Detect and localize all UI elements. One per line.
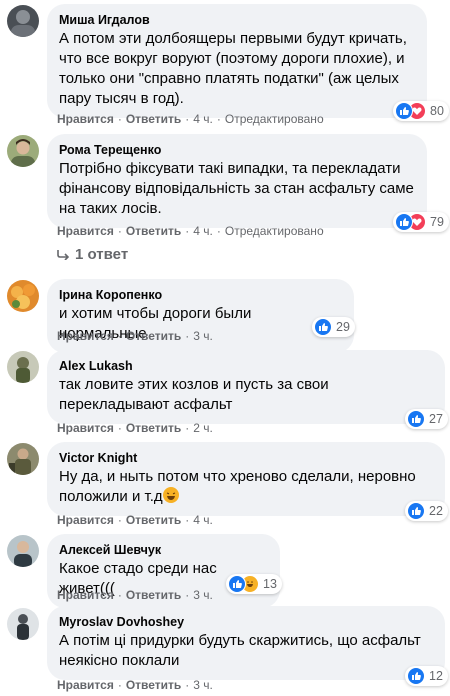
reaction-summary[interactable]: 22 <box>405 501 448 521</box>
comment-text: А потом эти долбоящеры первыми будут кри… <box>59 30 412 107</box>
avatar[interactable] <box>7 351 39 383</box>
laughing-emoji-icon <box>162 487 179 503</box>
reaction-count: 12 <box>429 669 443 683</box>
reaction-summary[interactable]: 80 <box>393 101 449 121</box>
comment-bubble: Миша Игдалов А потом эти долбоящеры перв… <box>47 4 427 118</box>
like-button[interactable]: Нравится <box>57 513 114 527</box>
like-reaction-icon <box>228 575 246 593</box>
reaction-count: 80 <box>430 104 444 118</box>
reaction-count: 79 <box>430 215 444 229</box>
comment-bubble: Alex Lukash так ловите этих козлов и пус… <box>47 350 445 424</box>
avatar[interactable] <box>7 443 39 475</box>
timestamp[interactable]: 2 ч. <box>193 421 213 435</box>
comment-actions: Нравится · Ответить · 3 ч. <box>57 678 213 692</box>
reply-button[interactable]: Ответить <box>126 588 181 602</box>
avatar[interactable] <box>7 5 39 37</box>
avatar[interactable] <box>7 608 39 640</box>
reaction-summary[interactable]: 29 <box>312 317 355 337</box>
comment-author[interactable]: Миша Игдалов <box>59 12 415 28</box>
view-replies-link[interactable]: 1 ответ <box>57 246 128 263</box>
reaction-count: 22 <box>429 504 443 518</box>
like-button[interactable]: Нравится <box>57 329 114 343</box>
comment-text: Потрібно фіксувати такі випадки, та пере… <box>59 160 419 217</box>
reaction-count: 13 <box>263 577 277 591</box>
timestamp[interactable]: 3 ч. <box>193 329 213 343</box>
comment-actions: Нравится · Ответить · 4 ч. · Отредактировано <box>57 112 324 126</box>
reaction-summary[interactable]: 13 <box>226 574 282 594</box>
avatar[interactable] <box>7 135 39 167</box>
like-reaction-icon <box>407 410 425 428</box>
reply-button[interactable]: Ответить <box>126 224 181 238</box>
like-reaction-icon <box>395 213 413 231</box>
comment-author[interactable]: Victor Knight <box>59 450 433 466</box>
comment-text: Ну да, и ныть потом что хреново сделали,… <box>59 467 433 507</box>
like-button[interactable]: Нравится <box>57 588 114 602</box>
like-reaction-icon <box>314 318 332 336</box>
comment-bubble: Victor Knight Ну да, и ныть потом что хр… <box>47 442 445 516</box>
comment-text-content: Ну да, и ныть потом что хреново сделали,… <box>59 468 420 505</box>
comment-author[interactable]: Рома Терещенко <box>59 142 415 158</box>
comment-actions: Нравится · Ответить · 4 ч. · Отредактировано <box>57 224 324 238</box>
reaction-summary[interactable]: 12 <box>405 666 448 686</box>
comment-author[interactable]: Myroslav Dovhoshey <box>59 614 433 630</box>
replies-count-label: 1 ответ <box>75 246 129 263</box>
timestamp[interactable]: 3 ч. <box>193 678 213 692</box>
reply-button[interactable]: Ответить <box>126 678 181 692</box>
reply-arrow-icon <box>57 249 69 260</box>
comment-actions: Нравится · Ответить · 3 ч. <box>57 588 213 602</box>
edited-label: Отредактировано <box>224 112 324 126</box>
comment-bubble: Рома Терещенко Потрібно фіксувати такі в… <box>47 134 427 228</box>
reaction-count: 29 <box>336 320 350 334</box>
avatar[interactable] <box>7 280 39 312</box>
reaction-summary[interactable]: 79 <box>393 212 449 232</box>
comment-author[interactable]: Alex Lukash <box>59 358 433 374</box>
avatar[interactable] <box>7 535 39 567</box>
reply-button[interactable]: Ответить <box>126 112 181 126</box>
like-button[interactable]: Нравится <box>57 421 114 435</box>
timestamp[interactable]: 4 ч. <box>193 224 213 238</box>
reaction-count: 27 <box>429 412 443 426</box>
timestamp[interactable]: 4 ч. <box>193 513 213 527</box>
like-button[interactable]: Нравится <box>57 112 114 126</box>
comment-bubble: Myroslav Dovhoshey А потім ці придурки б… <box>47 606 445 680</box>
like-reaction-icon <box>407 502 425 520</box>
reply-button[interactable]: Ответить <box>126 329 181 343</box>
comment-text: А потім ці придурки будуть скаржитись, щ… <box>59 632 425 669</box>
comment-actions: Нравится · Ответить · 4 ч. <box>57 513 213 527</box>
comment-text: так ловите этих козлов и пусть за свои п… <box>59 376 333 413</box>
reply-button[interactable]: Ответить <box>126 421 181 435</box>
comment-author[interactable]: Алексей Шевчук <box>59 542 268 558</box>
comment-actions: Нравится · Ответить · 2 ч. <box>57 421 213 435</box>
like-button[interactable]: Нравится <box>57 678 114 692</box>
reply-button[interactable]: Ответить <box>126 513 181 527</box>
like-reaction-icon <box>395 102 413 120</box>
comment-author[interactable]: Ірина Коропенко <box>59 287 342 303</box>
timestamp[interactable]: 3 ч. <box>193 588 213 602</box>
edited-label: Отредактировано <box>224 224 324 238</box>
like-reaction-icon <box>407 667 425 685</box>
comment-actions: Нравится · Ответить · 3 ч. <box>57 329 213 343</box>
like-button[interactable]: Нравится <box>57 224 114 238</box>
timestamp[interactable]: 4 ч. <box>193 112 213 126</box>
reaction-summary[interactable]: 27 <box>405 409 448 429</box>
